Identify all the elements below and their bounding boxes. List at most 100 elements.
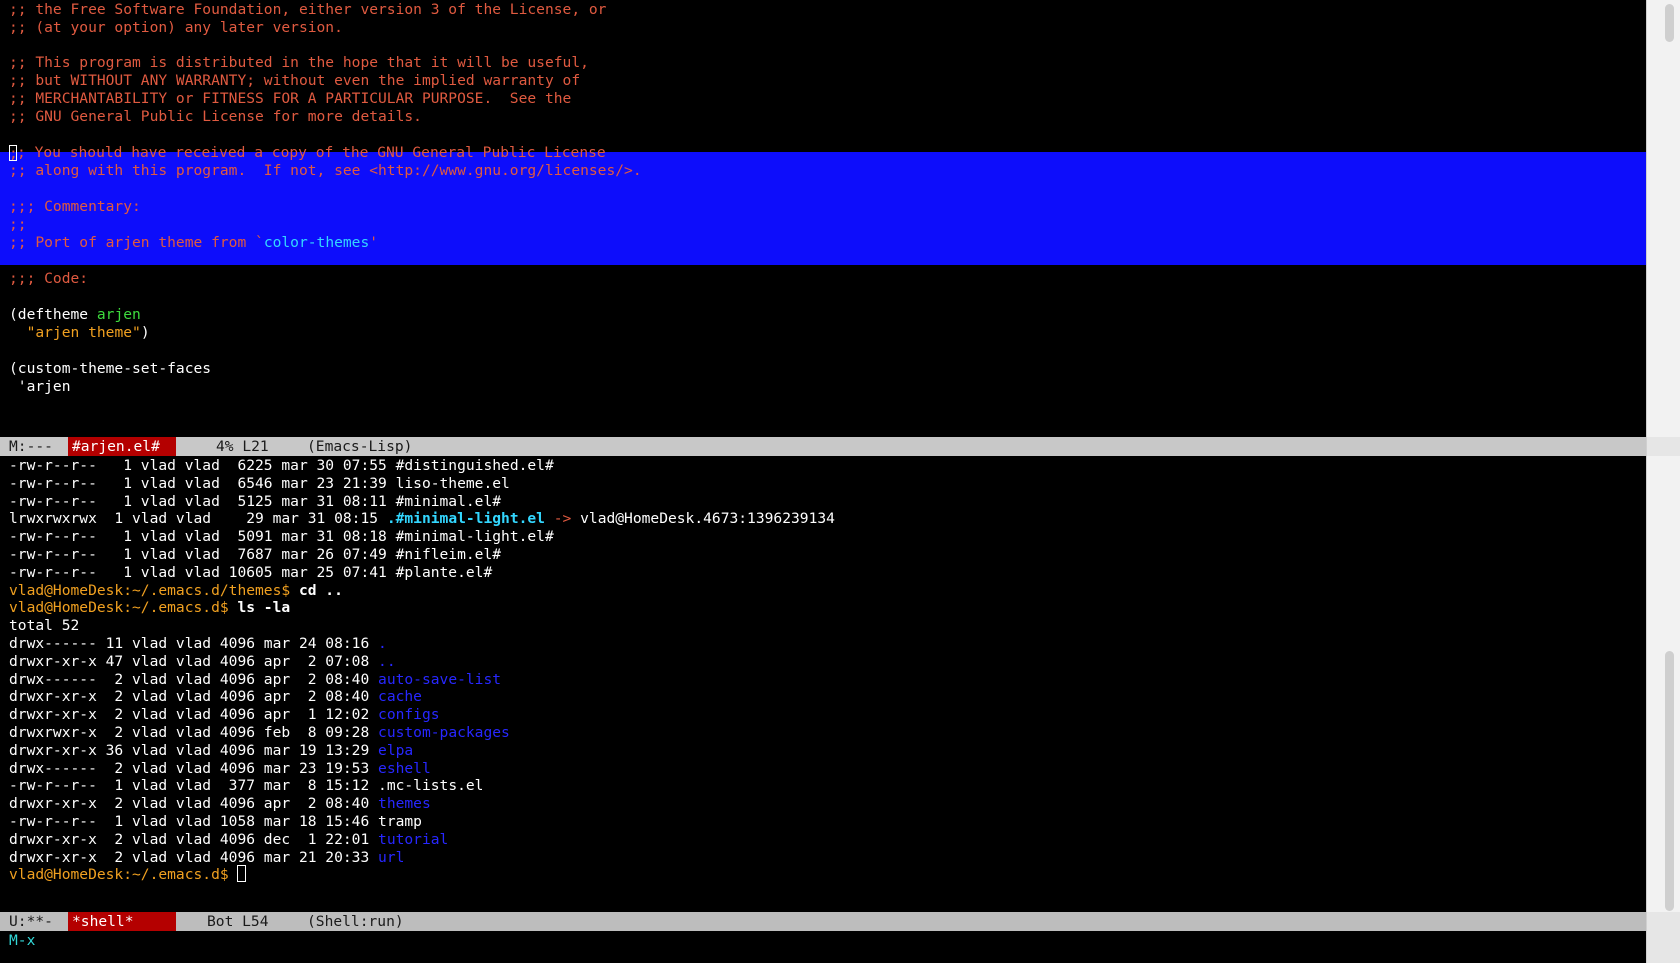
directory-name: ..: [378, 652, 396, 670]
code-token: ): [140, 324, 150, 341]
directory-name: elpa: [378, 741, 414, 759]
listing-row: -rw-r--r-- 1 vlad vlad 1058 mar 18 15:46…: [9, 812, 1646, 831]
code-line: ;; but WITHOUT ANY WARRANTY; without eve…: [9, 72, 581, 89]
directory-name: cache: [378, 688, 422, 706]
directory-name: tutorial: [378, 830, 449, 848]
file-name: #nifleim.el#: [395, 546, 502, 563]
code-line: ;; (at your option) any later version.: [9, 19, 343, 36]
file-name: #minimal-light.el#: [395, 528, 554, 546]
shell-command: ls -la: [237, 599, 291, 617]
listing-meta: -rw-r--r-- 1 vlad vlad 5091 mar 31 08:18: [9, 528, 396, 546]
listing-meta: drwxr-xr-x 2 vlad vlad 4096 apr 1 12:02: [9, 706, 379, 724]
code-line: ;;; Code:: [9, 270, 89, 287]
listing-row: drwxr-xr-x 2 vlad vlad 4096 apr 2 08:40 …: [9, 687, 1646, 706]
listing-row: drwxr-xr-x 2 vlad vlad 4096 mar 21 20:33…: [9, 848, 1646, 867]
file-name: #distinguished.el#: [395, 457, 554, 474]
bottom-modeline[interactable]: U:**- *shell* Bot L54 (Shell:run): [0, 912, 1646, 931]
modeline-corner: [1646, 437, 1680, 456]
listing-row: -rw-r--r-- 1 vlad vlad 7687 mar 26 07:49…: [9, 545, 1646, 564]
listing-meta: -rw-r--r-- 1 vlad vlad 5125 mar 31 08:11: [9, 492, 396, 510]
listing-meta: drwxr-xr-x 2 vlad vlad 4096 mar 21 20:33: [9, 848, 379, 866]
code-line: ;; This program is distributed in the ho…: [9, 54, 589, 71]
shell-prompt: vlad@HomeDesk:~/.emacs.d$: [9, 599, 238, 617]
modeline-buffer-name[interactable]: *shell*: [68, 912, 176, 931]
listing-meta: -rw-r--r-- 1 vlad vlad 6225 mar 30 07:55: [9, 457, 396, 474]
region-text: ': [369, 234, 379, 251]
code-token: (deftheme: [9, 306, 97, 323]
listing-row: drwx------ 2 vlad vlad 4096 mar 23 19:53…: [9, 759, 1646, 778]
shell-prompt: vlad@HomeDesk:~/.emacs.d/themes$: [9, 581, 299, 599]
listing-meta: drwxr-xr-x 47 vlad vlad 4096 apr 2 07:08: [9, 652, 379, 670]
region-line: [9, 179, 1646, 198]
listing-meta: -rw-r--r-- 1 vlad vlad 10605 mar 25 07:4…: [9, 563, 396, 581]
listing-row: -rw-r--r-- 1 vlad vlad 377 mar 8 15:12 .…: [9, 776, 1646, 795]
shell-prompt-line: vlad@HomeDesk:~/.emacs.d$: [9, 865, 1646, 884]
listing-row: -rw-r--r-- 1 vlad vlad 6546 mar 23 21:39…: [9, 474, 1646, 493]
listing-row: drwx------ 11 vlad vlad 4096 mar 24 08:1…: [9, 634, 1646, 653]
directory-name: url: [378, 848, 405, 866]
region-line: ;; Port of arjen theme from `color-theme…: [9, 233, 1646, 252]
listing-meta: drwx------ 11 vlad vlad 4096 mar 24 08:1…: [9, 635, 379, 652]
modeline-buffer-name[interactable]: #arjen.el#: [68, 437, 176, 456]
file-name: #minimal.el#: [395, 492, 502, 510]
file-name: tramp: [378, 813, 422, 830]
code-line: 'arjen: [9, 378, 71, 395]
quoted-symbol: color-themes: [263, 234, 370, 251]
directory-name: themes: [378, 795, 431, 813]
listing-row: drwxr-xr-x 36 vlad vlad 4096 mar 19 13:2…: [9, 741, 1646, 760]
listing-row: drwxr-xr-x 2 vlad vlad 4096 apr 2 08:40 …: [9, 794, 1646, 813]
listing-meta: drwxr-xr-x 36 vlad vlad 4096 mar 19 13:2…: [9, 741, 379, 759]
code-line: (custom-theme-set-faces: [9, 360, 212, 377]
bottom-scrollbar[interactable]: [1646, 456, 1680, 912]
minibuffer-corner: [1646, 912, 1680, 963]
modeline-position: Bot L54: [207, 913, 269, 930]
modeline-major-mode[interactable]: (Emacs-Lisp): [307, 437, 412, 456]
listing-row: drwxr-xr-x 2 vlad vlad 4096 apr 1 12:02 …: [9, 705, 1646, 724]
scrollbar-thumb[interactable]: [1665, 651, 1674, 911]
top-modeline[interactable]: M:--- #arjen.el# 4% L21 (Emacs-Lisp): [0, 437, 1646, 456]
cursor-char: ;: [9, 145, 18, 162]
directory-name: eshell: [378, 759, 431, 777]
listing-row: drwx------ 2 vlad vlad 4096 apr 2 08:40 …: [9, 670, 1646, 689]
listing-meta: drwx------ 2 vlad vlad 4096 mar 23 19:53: [9, 759, 379, 777]
modeline-position: 4% L21: [216, 438, 269, 455]
minibuffer[interactable]: M-x: [0, 931, 1646, 951]
listing-row: drwxr-xr-x 2 vlad vlad 4096 dec 1 22:01 …: [9, 830, 1646, 849]
region-line: ;;: [9, 216, 27, 233]
scrollbar-thumb[interactable]: [1665, 4, 1674, 42]
text-cursor: ;: [9, 145, 18, 162]
listing-row: -rw-r--r-- 1 vlad vlad 5125 mar 31 08:11…: [9, 492, 1646, 511]
shell-cursor[interactable]: [237, 865, 247, 883]
listing-meta: drwxr-xr-x 2 vlad vlad 4096 apr 2 08:40: [9, 795, 379, 813]
listing-meta: -rw-r--r-- 1 vlad vlad 6546 mar 23 21:39: [9, 474, 396, 492]
region-line: ;; along with this program. If not, see …: [9, 162, 642, 179]
code-line: "arjen theme"): [9, 323, 1646, 342]
code-line: ;; the Free Software Foundation, either …: [9, 1, 607, 18]
region-line: ;; You should have received a copy of th…: [9, 143, 1646, 162]
code-line: ;; MERCHANTABILITY or FITNESS FOR A PART…: [9, 90, 572, 107]
symlink-arrow: ->: [544, 510, 581, 528]
region-text: ;; Port of arjen theme from `: [9, 234, 264, 251]
listing-row: -rw-r--r-- 1 vlad vlad 5091 mar 31 08:18…: [9, 527, 1646, 546]
modeline-major-mode[interactable]: (Shell:run): [307, 912, 404, 931]
shell-prompt-line: vlad@HomeDesk:~/.emacs.d/themes$ cd ..: [9, 581, 1646, 600]
shell-pane[interactable]: -rw-r--r-- 1 vlad vlad 6225 mar 30 07:55…: [0, 456, 1646, 912]
symlink-target: vlad@HomeDesk.4673:1396239134: [580, 510, 835, 528]
file-name: .mc-lists.el: [378, 777, 484, 795]
modeline-state: U:**-: [9, 913, 53, 930]
shell-command: cd ..: [298, 581, 343, 599]
code-line: ;; GNU General Public License for more d…: [9, 108, 422, 125]
listing-row: lrwxrwxrwx 1 vlad vlad 29 mar 31 08:15 .…: [9, 509, 1646, 528]
editor-pane-arjen[interactable]: ;; the Free Software Foundation, either …: [0, 0, 1646, 437]
shell-prompt: vlad@HomeDesk:~/.emacs.d$: [9, 866, 238, 884]
top-scrollbar[interactable]: [1646, 0, 1680, 437]
region-text: ; You should have received a copy of the…: [17, 144, 606, 161]
listing-row: drwxrwxr-x 2 vlad vlad 4096 feb 8 09:28 …: [9, 723, 1646, 742]
symlink-name: .#minimal-light.el: [386, 510, 545, 528]
string-token: "arjen theme": [26, 324, 141, 341]
listing-meta: drwxr-xr-x 2 vlad vlad 4096 apr 2 08:40: [9, 688, 379, 706]
